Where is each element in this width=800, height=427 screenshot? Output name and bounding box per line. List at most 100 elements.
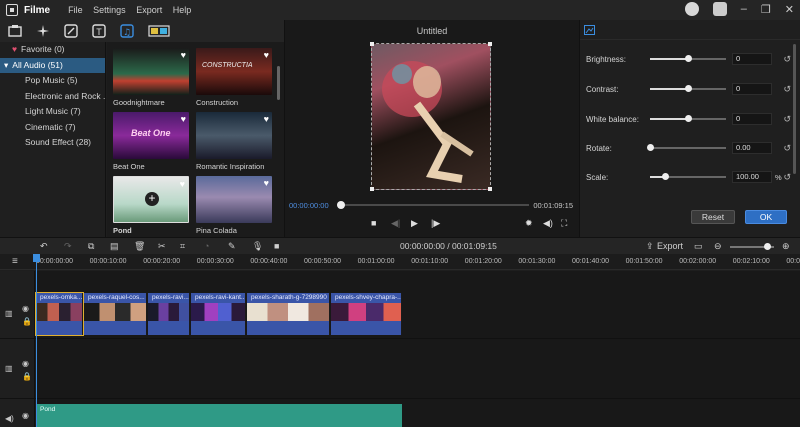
sidebar-item-cinematic[interactable]: Cinematic (7) xyxy=(0,120,105,136)
sidebar-item-light-music[interactable]: Light Music (7) xyxy=(0,104,105,120)
slider-knob[interactable] xyxy=(685,85,692,92)
menu-file[interactable]: File xyxy=(68,5,83,15)
mail-icon[interactable] xyxy=(712,2,727,16)
media-card-goodnightmare[interactable]: ♥ Goodnightmare xyxy=(113,48,189,107)
favorite-heart-icon[interactable]: ♥ xyxy=(181,114,186,124)
zoom-in-icon[interactable]: ⊕ xyxy=(782,241,790,252)
playhead[interactable] xyxy=(36,254,37,427)
favorite-heart-icon[interactable]: ♥ xyxy=(264,178,269,188)
track-menu-icon[interactable]: ≡ xyxy=(12,256,18,267)
favorite-heart-icon[interactable]: ♥ xyxy=(180,179,185,189)
split-icon[interactable]: ✂ xyxy=(158,241,166,252)
keyboard-icon[interactable]: ▭ xyxy=(694,241,703,252)
video-clip[interactable]: pexels-shvey-chapra-... xyxy=(331,293,402,335)
fullscreen-icon[interactable]: ⛶ xyxy=(561,218,567,229)
video-clip[interactable]: pexels-ravi... xyxy=(148,293,190,335)
zoom-out-icon[interactable]: ⊖ xyxy=(714,241,722,252)
reset-value-icon[interactable]: ↺ xyxy=(783,54,791,65)
playhead-handle[interactable] xyxy=(33,254,40,262)
sidebar-item-pop-music[interactable]: Pop Music (5) xyxy=(0,73,105,89)
media-folder-icon[interactable] xyxy=(8,24,22,38)
adjust-value-input[interactable]: 0 xyxy=(732,113,772,125)
paste-icon[interactable]: ▤ xyxy=(110,241,119,252)
crop-icon[interactable]: ⌗ xyxy=(180,241,185,252)
reset-value-icon[interactable]: ↺ xyxy=(783,143,791,154)
favorite-heart-icon[interactable]: ♥ xyxy=(264,50,269,60)
microphone-icon[interactable]: 🎙 xyxy=(252,241,263,252)
adjust-value-input[interactable]: 100.00 xyxy=(732,171,772,183)
lock-icon[interactable]: 🔒 xyxy=(22,317,32,326)
adjust-slider[interactable] xyxy=(650,85,726,92)
speed-icon[interactable]: ◔ xyxy=(204,241,209,251)
video-clip[interactable]: pexels-sharath-g-7298990 xyxy=(247,293,330,335)
preview-seek-bar[interactable] xyxy=(337,201,530,209)
reset-value-icon[interactable]: ↺ xyxy=(783,84,791,95)
add-media-icon[interactable]: + xyxy=(145,192,159,206)
filters-icon[interactable] xyxy=(64,24,78,38)
sidebar-item-sound-effect[interactable]: Sound Effect (28) xyxy=(0,135,105,151)
sidebar-item-favorite[interactable]: ♥ Favorite (0) xyxy=(0,42,105,58)
favorite-heart-icon[interactable]: ♥ xyxy=(181,50,186,60)
video-clip[interactable]: pexels-ravi-kant... xyxy=(191,293,246,335)
sidebar-item-electronic-rock[interactable]: Electronic and Rock ... xyxy=(0,89,105,105)
account-avatar-icon[interactable] xyxy=(684,2,699,16)
reset-value-icon[interactable]: ↺ xyxy=(783,172,791,183)
reset-value-icon[interactable]: ↺ xyxy=(783,114,791,125)
previous-frame-icon[interactable]: ◀| xyxy=(391,218,400,229)
restore-icon[interactable]: ❐ xyxy=(761,3,771,16)
settings-gear-icon[interactable]: ✹ xyxy=(525,218,533,229)
adjust-slider[interactable] xyxy=(650,115,726,122)
text-icon[interactable]: T xyxy=(92,24,106,38)
media-card-beat-one[interactable]: Beat One ♥ Beat One xyxy=(113,112,189,171)
copy-icon[interactable]: ⧉ xyxy=(88,241,94,252)
edit-pen-icon[interactable]: ✎ xyxy=(228,241,236,252)
undo-icon[interactable]: ↶ xyxy=(40,241,48,252)
adjust-slider[interactable] xyxy=(647,144,726,151)
slider-knob[interactable] xyxy=(662,173,670,180)
adjust-scrollbar[interactable] xyxy=(793,44,796,174)
slider-knob[interactable] xyxy=(685,115,692,122)
adjust-value-input[interactable]: 0 xyxy=(732,83,772,95)
reset-button[interactable]: Reset xyxy=(691,210,735,224)
slider-knob[interactable] xyxy=(647,144,654,151)
delete-icon[interactable]: 🗑 xyxy=(134,241,145,252)
timeline-ruler[interactable]: ≡ 00:00:00:00 00:00:10:00 00:00:20:00 00:00… xyxy=(0,254,800,270)
transitions-icon[interactable] xyxy=(148,24,170,38)
effects-sparkle-icon[interactable] xyxy=(36,24,50,38)
adjust-value-input[interactable]: 0.00 xyxy=(732,142,772,154)
next-frame-icon[interactable]: |▶ xyxy=(431,218,440,229)
zoom-knob[interactable] xyxy=(764,243,771,250)
audio-music-icon[interactable]: ♫ xyxy=(120,24,134,38)
video-clip[interactable]: pexels-omka... xyxy=(35,292,84,336)
menu-settings[interactable]: Settings xyxy=(93,5,126,15)
media-card-construction[interactable]: CONSTRUCTIA ♥ Construction xyxy=(196,48,272,107)
zoom-slider[interactable] xyxy=(730,243,774,250)
visibility-eye-icon[interactable]: ◉ xyxy=(22,411,29,420)
visibility-eye-icon[interactable]: ◉ xyxy=(22,304,29,313)
favorite-heart-icon[interactable]: ♥ xyxy=(264,114,269,124)
volume-icon[interactable]: ◀) xyxy=(543,218,553,229)
sidebar-item-all-audio[interactable]: ▾ All Audio (51) xyxy=(0,57,105,73)
lock-icon[interactable]: 🔒 xyxy=(22,372,32,381)
redo-icon[interactable]: ↷ xyxy=(64,241,72,252)
media-card-romantic-inspiration[interactable]: ♥ Romantic Inspiration xyxy=(196,112,272,171)
export-button[interactable]: Export xyxy=(657,241,683,251)
close-icon[interactable]: ✕ xyxy=(785,3,794,16)
visibility-eye-icon[interactable]: ◉ xyxy=(22,359,29,368)
play-icon[interactable]: ▶ xyxy=(411,218,418,229)
media-card-pina-colada[interactable]: ♥ Pina Colada xyxy=(196,176,272,235)
video-clip[interactable]: pexels-raquel-cos... xyxy=(84,293,147,335)
menu-help[interactable]: Help xyxy=(173,5,192,15)
audio-clip[interactable]: Pond xyxy=(36,404,402,427)
stop-icon[interactable]: ■ xyxy=(371,218,376,228)
image-adjust-icon[interactable] xyxy=(584,24,595,35)
export-icon[interactable]: ⇪ xyxy=(646,241,654,252)
adjust-slider[interactable] xyxy=(650,55,726,62)
slider-knob[interactable] xyxy=(685,55,692,62)
record-camera-icon[interactable]: ■ xyxy=(274,241,279,251)
minimize-icon[interactable]: – xyxy=(741,3,747,15)
preview-frame[interactable] xyxy=(370,42,492,191)
seek-knob[interactable] xyxy=(337,201,345,209)
media-scrollbar[interactable] xyxy=(277,66,280,100)
menu-export[interactable]: Export xyxy=(136,5,162,15)
